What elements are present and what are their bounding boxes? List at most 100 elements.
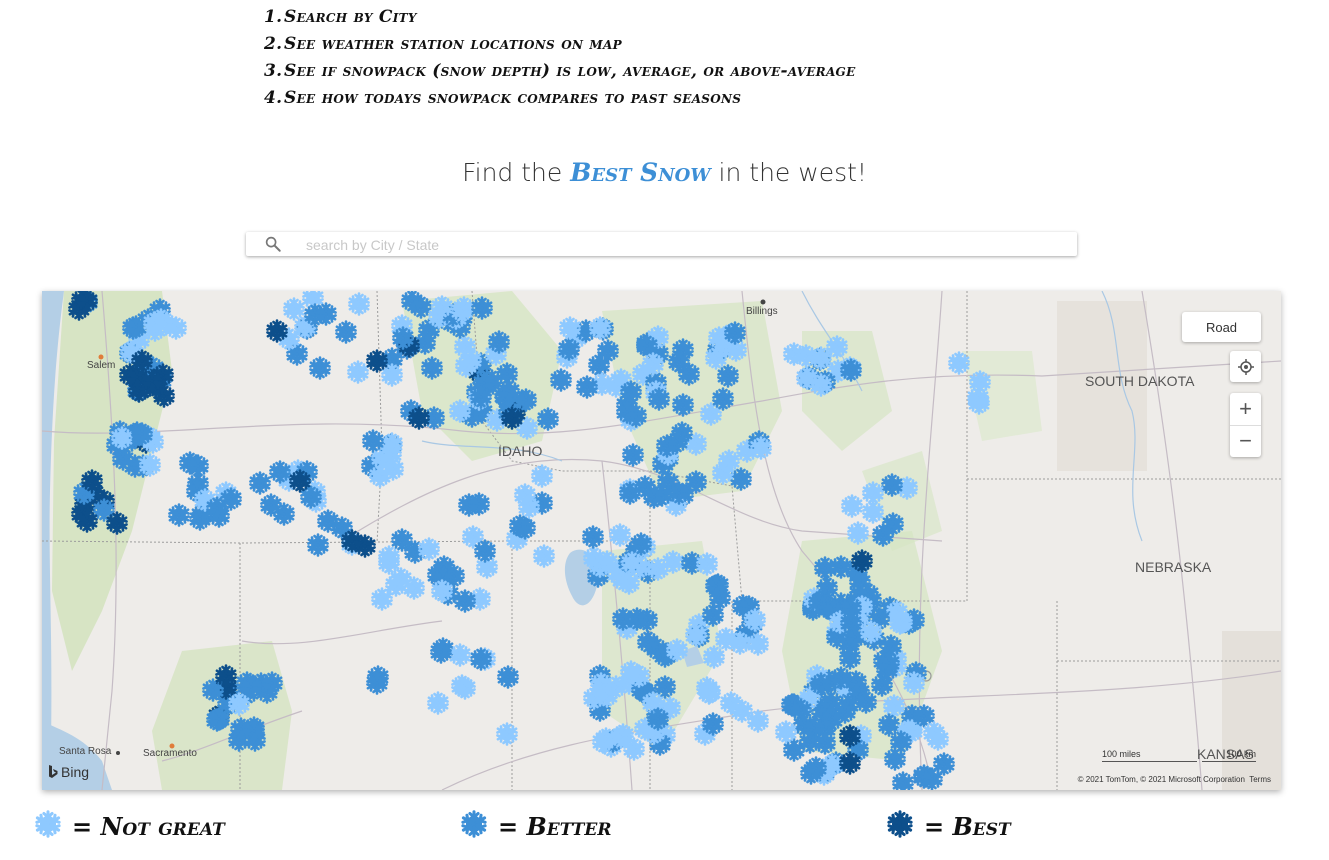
snow-station-marker[interactable] xyxy=(513,482,537,507)
snow-station-marker[interactable] xyxy=(229,716,253,741)
snow-station-marker[interactable] xyxy=(259,493,283,518)
snow-station-marker[interactable] xyxy=(723,321,747,346)
snow-station-marker[interactable] xyxy=(711,386,735,411)
snow-station-marker[interactable] xyxy=(636,630,660,654)
snow-station-marker[interactable] xyxy=(496,665,520,689)
snow-station-marker[interactable] xyxy=(695,552,719,576)
snow-station-marker[interactable] xyxy=(966,385,990,410)
snow-station-marker[interactable] xyxy=(487,330,511,355)
snow-station-marker[interactable] xyxy=(497,379,521,403)
snow-station-marker[interactable] xyxy=(667,350,691,375)
snow-station-marker[interactable] xyxy=(365,349,389,373)
snow-station-marker[interactable] xyxy=(646,706,670,731)
snow-station-marker[interactable] xyxy=(314,302,338,327)
snow-station-marker[interactable] xyxy=(920,766,944,790)
snow-station-marker[interactable] xyxy=(839,357,863,382)
snow-station-marker[interactable] xyxy=(430,578,454,603)
snow-station-marker[interactable] xyxy=(379,441,403,466)
snow-station-marker[interactable] xyxy=(429,640,453,664)
snow-station-marker[interactable] xyxy=(743,607,767,632)
snow-station-marker[interactable] xyxy=(214,664,238,688)
snow-station-marker[interactable] xyxy=(891,771,915,790)
snow-station-marker[interactable] xyxy=(186,453,210,478)
snow-station-marker[interactable] xyxy=(575,375,599,399)
locate-me-button[interactable] xyxy=(1230,351,1261,382)
snow-station-marker[interactable] xyxy=(500,406,524,430)
snow-station-marker[interactable] xyxy=(704,573,728,598)
snow-station-marker[interactable] xyxy=(883,746,907,771)
snow-station-marker[interactable] xyxy=(859,620,883,645)
snow-station-marker[interactable] xyxy=(647,387,671,412)
snow-station-marker[interactable] xyxy=(809,372,833,397)
snow-station-marker[interactable] xyxy=(877,650,901,675)
snow-station-marker[interactable] xyxy=(140,369,164,393)
snow-station-marker[interactable] xyxy=(105,511,129,535)
snow-station-marker[interactable] xyxy=(260,671,284,695)
snow-station-marker[interactable] xyxy=(642,485,666,509)
map-view[interactable]: IDAHO SOUTH DAKOTA NEBRASKA KANSAS Billi… xyxy=(42,291,1281,790)
map-style-button[interactable]: Road xyxy=(1182,312,1261,342)
snow-station-marker[interactable] xyxy=(838,751,862,775)
snow-station-marker[interactable] xyxy=(536,406,560,431)
snow-station-marker[interactable] xyxy=(316,509,340,533)
snow-station-marker[interactable] xyxy=(288,469,312,493)
snow-station-marker[interactable] xyxy=(532,544,556,569)
snow-station-marker[interactable] xyxy=(902,671,926,695)
snow-station-marker[interactable] xyxy=(588,315,612,340)
snow-station-marker[interactable] xyxy=(407,406,431,430)
snow-station-marker[interactable] xyxy=(618,481,642,506)
snow-station-marker[interactable] xyxy=(453,589,477,614)
snow-station-marker[interactable] xyxy=(308,355,332,380)
snow-station-marker[interactable] xyxy=(608,522,632,547)
snow-station-marker[interactable] xyxy=(473,538,497,563)
snow-station-marker[interactable] xyxy=(711,460,735,485)
snow-station-marker[interactable] xyxy=(922,721,946,746)
snow-station-marker[interactable] xyxy=(495,721,519,746)
snow-station-marker[interactable] xyxy=(340,529,364,553)
snow-station-marker[interactable] xyxy=(850,549,874,573)
search-icon[interactable] xyxy=(264,235,282,253)
snow-station-marker[interactable] xyxy=(75,509,99,533)
snow-station-marker[interactable] xyxy=(665,638,689,662)
snow-station-marker[interactable] xyxy=(469,385,493,410)
snow-station-marker[interactable] xyxy=(615,399,639,424)
snow-station-marker[interactable] xyxy=(840,494,864,518)
snow-station-marker[interactable] xyxy=(861,480,885,505)
snow-station-marker[interactable] xyxy=(701,711,725,736)
snow-station-marker[interactable] xyxy=(508,514,532,539)
snow-station-marker[interactable] xyxy=(581,524,605,549)
snow-station-marker[interactable] xyxy=(469,647,493,671)
snow-station-marker[interactable] xyxy=(420,355,444,380)
snow-station-marker[interactable] xyxy=(671,392,695,417)
terms-link[interactable]: Terms xyxy=(1249,775,1271,784)
snow-station-marker[interactable] xyxy=(829,666,853,690)
snow-station-marker[interactable] xyxy=(846,521,870,546)
snow-station-marker[interactable] xyxy=(627,664,651,689)
snow-station-marker[interactable] xyxy=(804,756,828,780)
snow-station-marker[interactable] xyxy=(426,691,450,715)
snow-station-marker[interactable] xyxy=(746,709,770,733)
snow-station-marker[interactable] xyxy=(347,292,371,317)
snow-station-marker[interactable] xyxy=(782,341,806,366)
snow-station-marker[interactable] xyxy=(467,492,491,516)
snow-station-marker[interactable] xyxy=(390,528,414,553)
snow-station-marker[interactable] xyxy=(871,523,895,548)
snow-station-marker[interactable] xyxy=(453,676,477,701)
snow-station-marker[interactable] xyxy=(838,724,862,749)
snow-station-marker[interactable] xyxy=(549,368,573,392)
search-bar[interactable] xyxy=(246,232,1077,256)
snow-station-marker[interactable] xyxy=(265,319,289,343)
snow-station-marker[interactable] xyxy=(646,557,670,582)
snow-station-marker[interactable] xyxy=(622,736,646,761)
snow-station-marker[interactable] xyxy=(306,533,330,558)
snow-station-marker[interactable] xyxy=(402,576,426,601)
snow-station-marker[interactable] xyxy=(400,291,424,314)
snow-station-marker[interactable] xyxy=(839,595,863,620)
snow-station-marker[interactable] xyxy=(130,422,154,447)
snow-station-marker[interactable] xyxy=(813,556,837,580)
snow-station-marker[interactable] xyxy=(620,550,644,575)
snow-station-marker[interactable] xyxy=(819,690,843,714)
snow-station-marker[interactable] xyxy=(611,607,635,632)
snow-station-marker[interactable] xyxy=(470,296,494,321)
snow-station-marker[interactable] xyxy=(75,291,99,313)
